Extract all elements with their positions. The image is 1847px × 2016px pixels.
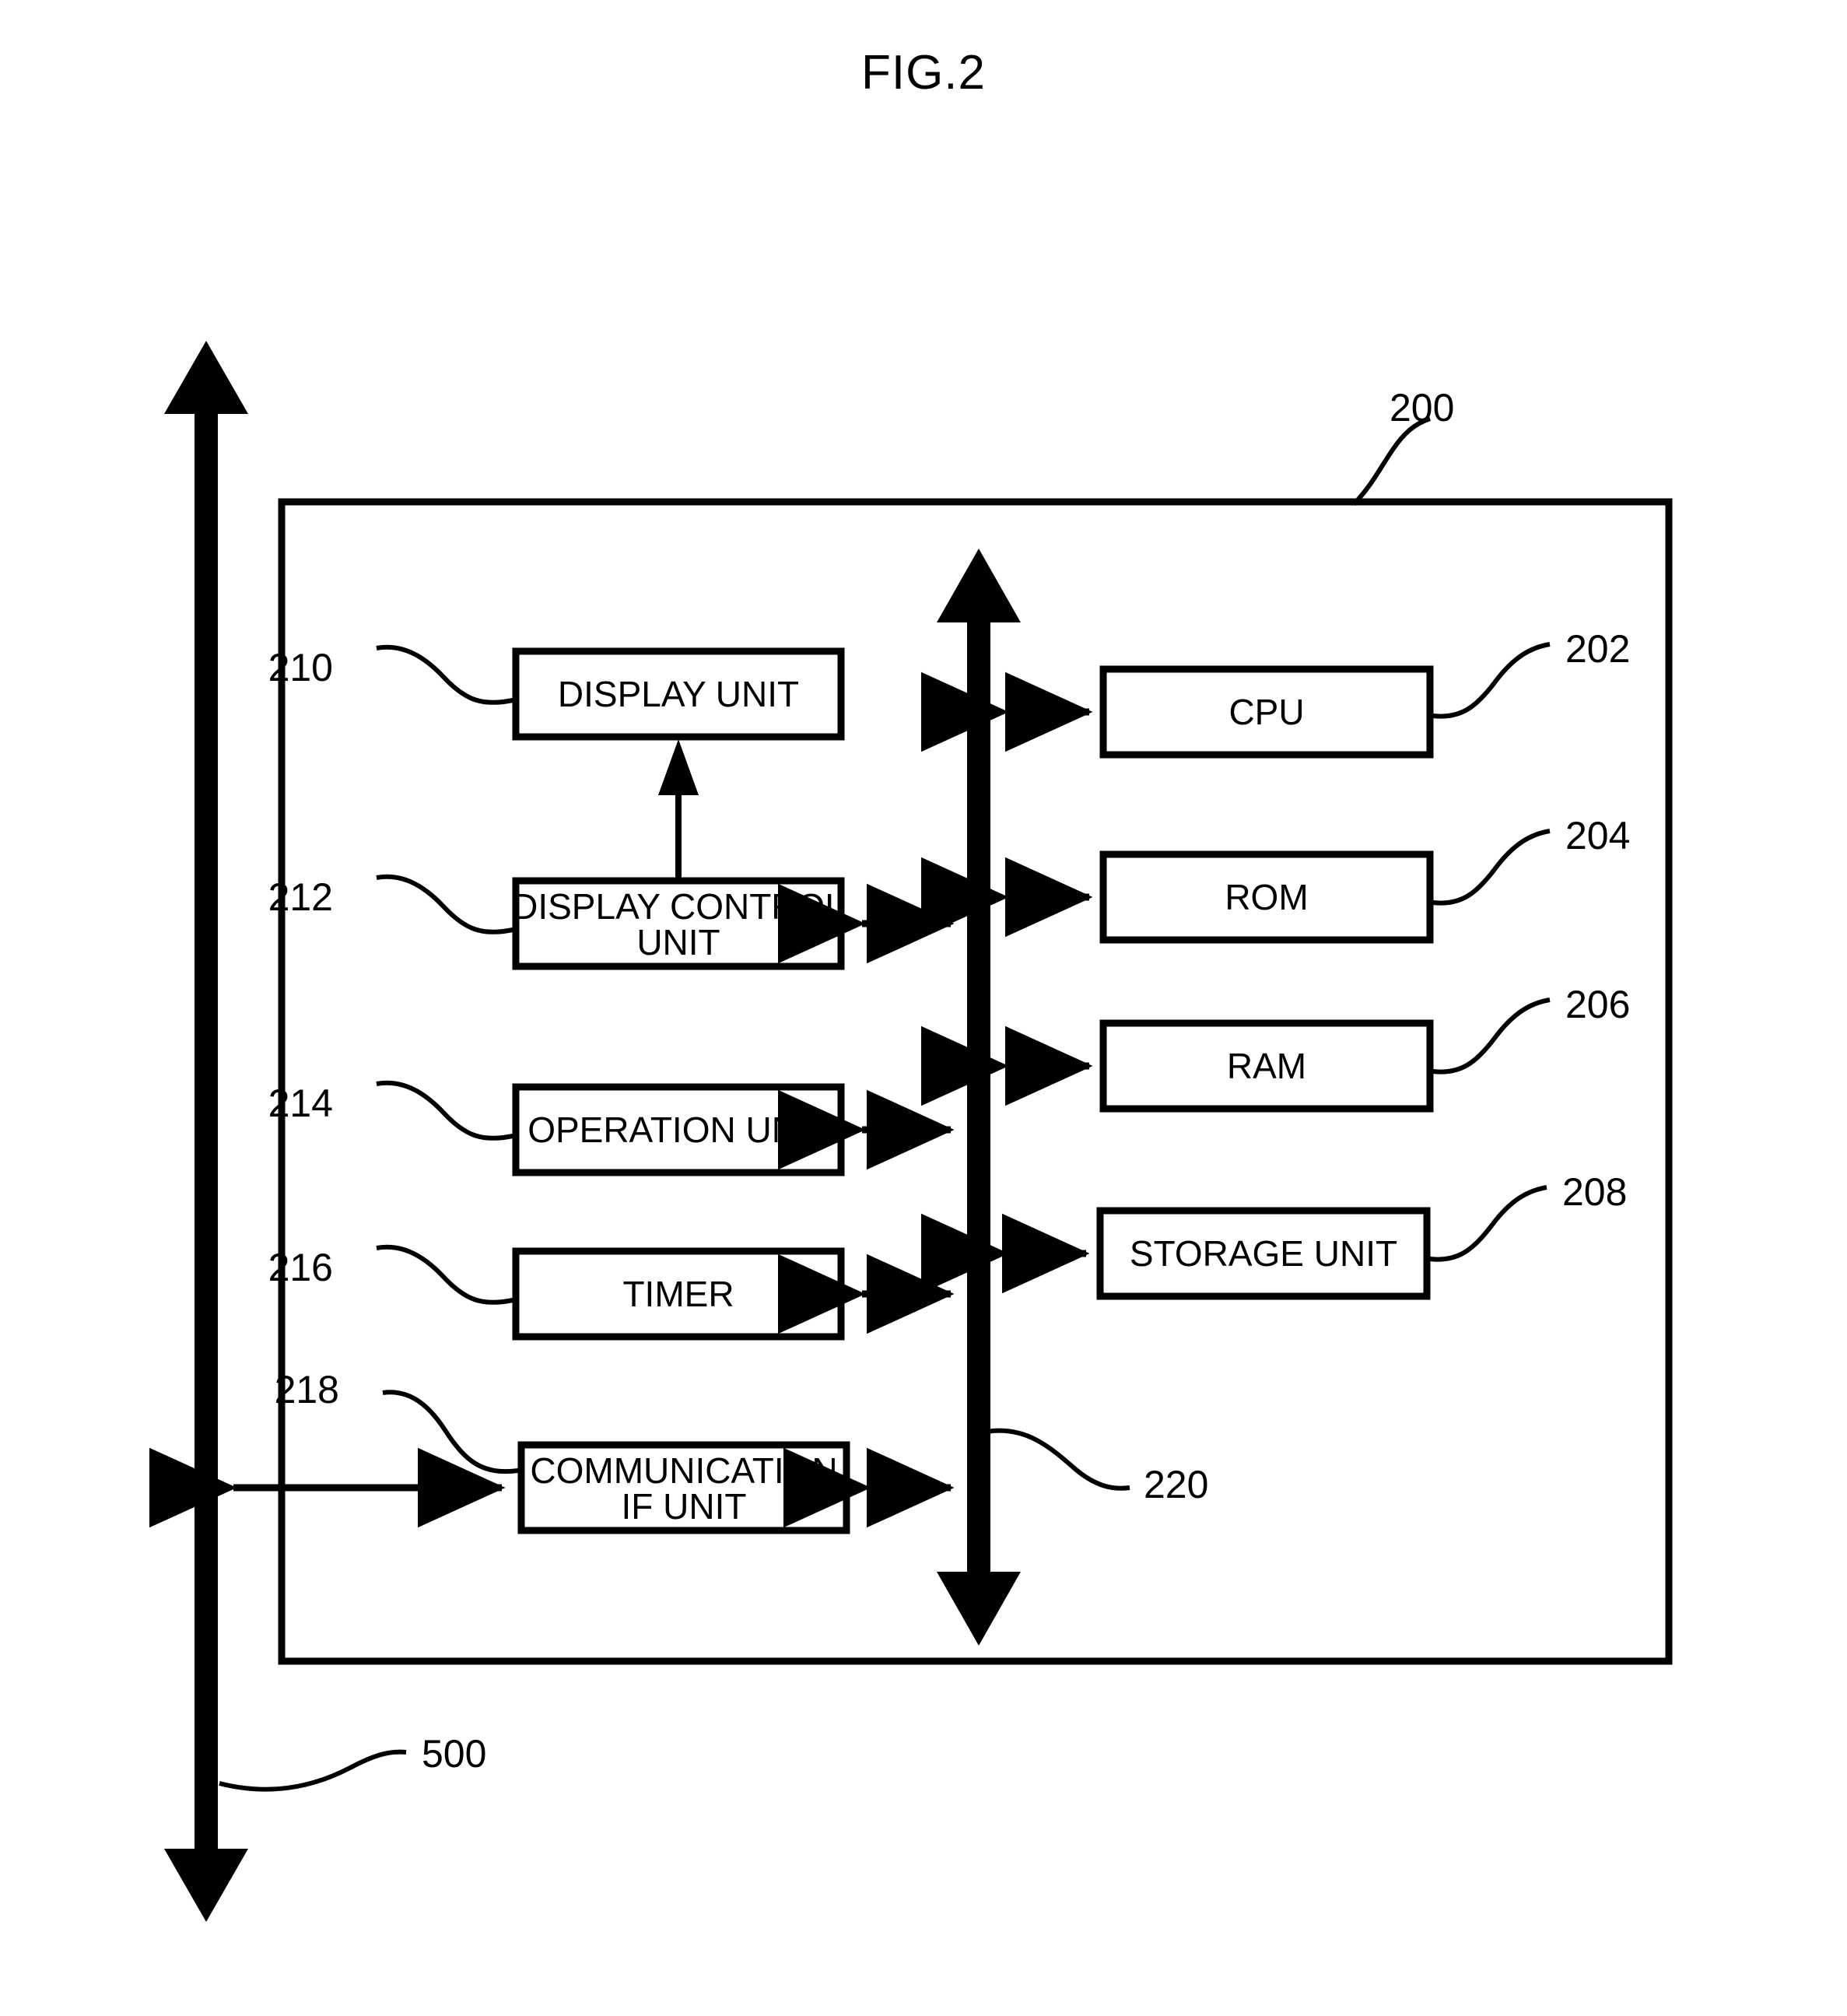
leader-line-202 xyxy=(1432,642,1551,719)
ref-label-208: 208 xyxy=(1562,1170,1627,1214)
leader-line-206 xyxy=(1432,997,1551,1075)
leader-line-220 xyxy=(986,1428,1130,1491)
leader-line-218 xyxy=(382,1390,519,1474)
ref-label-214: 214 xyxy=(268,1082,333,1125)
arrow-control-to-display xyxy=(658,739,699,881)
block-cpu[interactable]: CPU xyxy=(1099,665,1434,759)
block-timer[interactable]: TIMER xyxy=(512,1247,845,1341)
block-label-display-unit: DISPLAY UNIT xyxy=(558,674,799,714)
block-label-display-control-unit-line2: UNIT xyxy=(636,922,720,962)
block-label-communication-if-unit-line1: COMMUNICATION xyxy=(530,1450,837,1491)
ref-label-212: 212 xyxy=(268,875,333,919)
leader-line-204 xyxy=(1432,829,1551,906)
leader-line-208 xyxy=(1429,1185,1547,1262)
block-display-unit[interactable]: DISPLAY UNIT xyxy=(512,647,845,741)
ref-label-218: 218 xyxy=(275,1368,339,1411)
ref-label-200: 200 xyxy=(1390,386,1454,429)
leader-line-216 xyxy=(376,1244,513,1305)
block-label-communication-if-unit-line2: IF UNIT xyxy=(622,1486,747,1527)
ref-label-500: 500 xyxy=(422,1732,486,1776)
block-label-storage-unit: STORAGE UNIT xyxy=(1130,1233,1397,1274)
ref-label-204: 204 xyxy=(1565,814,1630,857)
figure-page: FIG.2 220 500 200 DISPLAY UNIT 210 DISPL… xyxy=(0,0,1847,2016)
ref-label-210: 210 xyxy=(268,646,333,689)
block-label-timer: TIMER xyxy=(622,1274,734,1314)
block-ram[interactable]: RAM xyxy=(1099,1019,1434,1113)
leader-line-212 xyxy=(376,874,513,934)
ref-label-216: 216 xyxy=(268,1246,333,1289)
block-label-display-control-unit-line1: DISPLAY CONTROL xyxy=(512,886,845,927)
block-label-cpu: CPU xyxy=(1228,692,1304,732)
block-communication-if-unit[interactable]: COMMUNICATION IF UNIT xyxy=(517,1441,850,1534)
block-operation-unit[interactable]: OPERATION UNIT xyxy=(512,1083,845,1176)
block-storage-unit[interactable]: STORAGE UNIT xyxy=(1096,1207,1431,1300)
leader-line-214 xyxy=(376,1080,513,1141)
ref-label-220: 220 xyxy=(1144,1463,1208,1506)
ref-label-206: 206 xyxy=(1565,983,1630,1026)
block-display-control-unit[interactable]: DISPLAY CONTROL UNIT xyxy=(512,877,845,970)
leader-line-500 xyxy=(219,1749,407,1792)
block-rom[interactable]: ROM xyxy=(1099,850,1434,944)
block-label-operation-unit: OPERATION UNIT xyxy=(527,1110,829,1150)
block-diagram: 220 500 200 DISPLAY UNIT 210 DISPLAY CON… xyxy=(149,341,1673,1922)
ref-label-202: 202 xyxy=(1565,627,1630,671)
leader-line-210 xyxy=(376,644,513,705)
leader-line-200 xyxy=(1351,416,1432,507)
block-label-rom: ROM xyxy=(1225,877,1308,917)
network-line-500 xyxy=(164,341,248,1922)
block-label-ram: RAM xyxy=(1227,1046,1306,1086)
